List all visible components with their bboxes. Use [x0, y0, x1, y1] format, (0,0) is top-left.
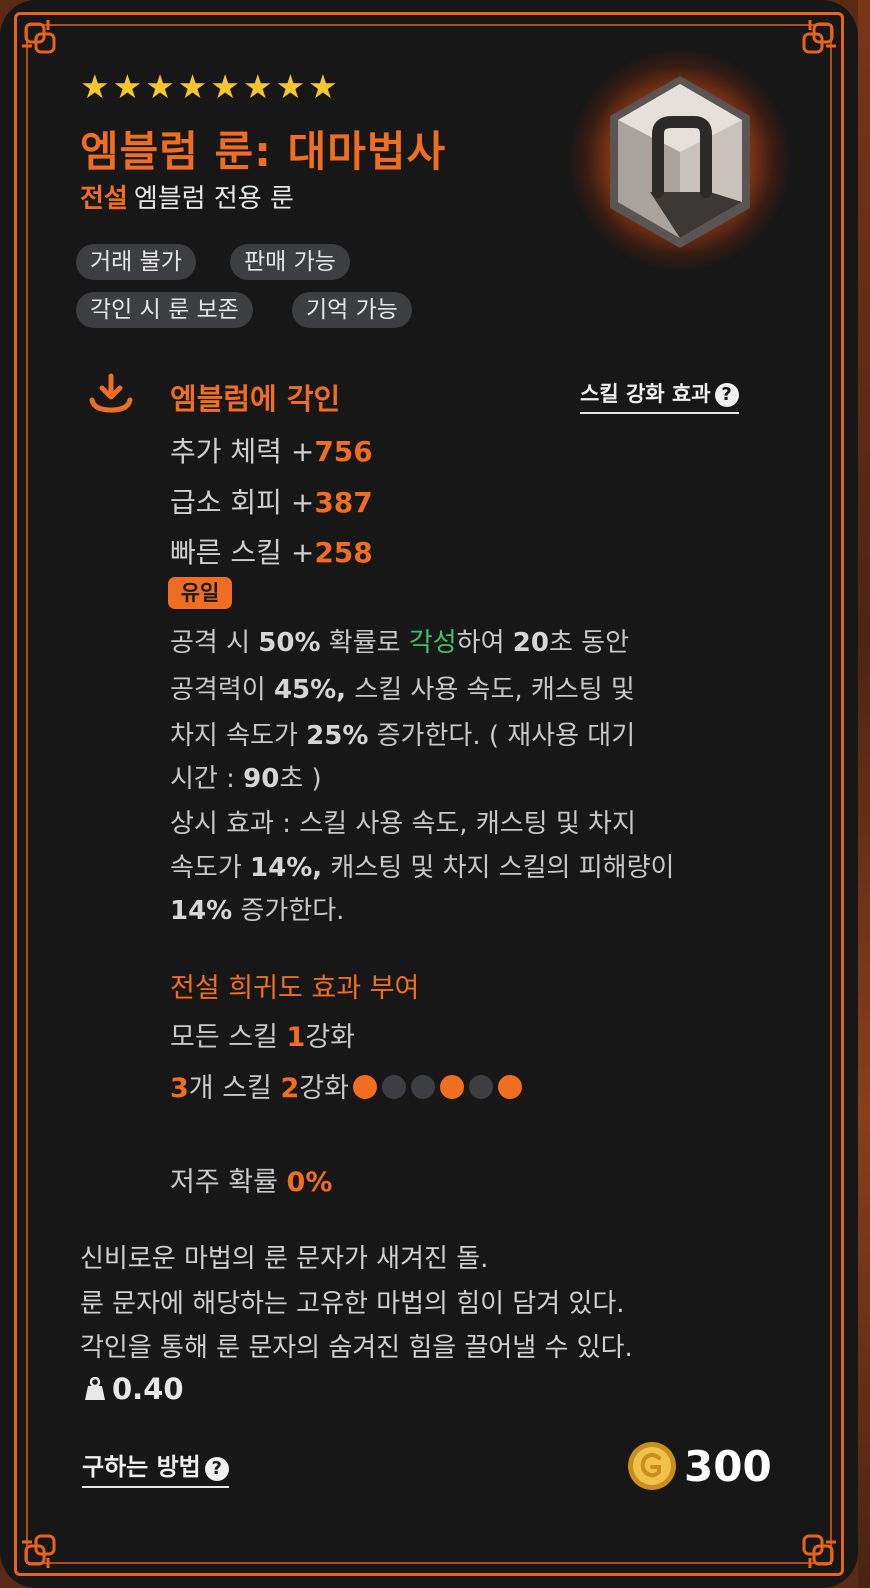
help-icon: ? — [714, 383, 739, 407]
stat-value: 258 — [314, 536, 373, 569]
price-value: 300 — [684, 1441, 772, 1491]
stat-name: 급소 회피 — [170, 486, 282, 519]
item-weight: 0.40 — [84, 1372, 184, 1406]
stat-value: 756 — [314, 435, 373, 468]
tag-memory: 기억 가능 — [292, 292, 412, 328]
star-icon: ★ — [242, 67, 273, 106]
weight-value: 0.40 — [112, 1372, 184, 1406]
item-price: 300 — [626, 1440, 772, 1492]
stat-row: 추가 체력 +756 — [170, 435, 373, 468]
rune-stone-icon — [610, 76, 750, 248]
star-icon: ★ — [275, 67, 306, 106]
corner-knot-icon — [18, 16, 68, 66]
item-title: 엠블럼 룬: 대마법사 — [80, 127, 447, 176]
corner-knot-icon — [18, 1522, 68, 1572]
skill-boost-link[interactable]: 스킬 강화 효과? — [580, 378, 739, 414]
unique-desc-line: 상시 효과 : 스킬 사용 속도, 캐스팅 및 차지 — [170, 809, 636, 839]
gold-coin-icon — [628, 1442, 676, 1490]
skill-boost-label: 스킬 강화 효과 — [580, 382, 711, 406]
star-icon: ★ — [210, 67, 240, 106]
rarity-line: 3개 스킬 2강화 — [170, 1066, 522, 1105]
engrave-download-icon — [89, 373, 133, 413]
enhance-dot — [352, 1075, 377, 1099]
enhance-dot — [381, 1075, 406, 1099]
curse-chance: 저주 확률 0% — [170, 1167, 333, 1198]
stat-name: 빠른 스킬 — [170, 536, 282, 569]
lore-line: 룬 문자에 해당하는 고유한 마법의 힘이 담겨 있다. — [80, 1289, 625, 1319]
enhance-dots — [352, 1075, 522, 1099]
tag-preserve: 각인 시 룬 보존 — [76, 292, 253, 328]
background-strip — [858, 0, 870, 1588]
unique-desc-line: 공격 시 50% 확률로 각성하여 20초 동안 — [170, 628, 629, 658]
enhance-dot — [497, 1075, 522, 1099]
enhance-dot — [410, 1075, 435, 1099]
lore-line: 각인을 통해 룬 문자의 숨겨진 힘을 끌어낼 수 있다. — [80, 1333, 633, 1363]
enhance-dot — [439, 1075, 464, 1099]
tag-sell: 판매 가능 — [230, 244, 350, 280]
star-icon: ★ — [80, 67, 110, 106]
how-to-get-label: 구하는 방법 — [82, 1453, 201, 1481]
stat-name: 추가 체력 — [170, 435, 282, 468]
star-icon: ★ — [112, 67, 143, 106]
corner-knot-icon — [790, 1522, 840, 1572]
star-icon: ★ — [145, 67, 175, 106]
how-to-get-link[interactable]: 구하는 방법? — [82, 1447, 229, 1488]
item-tooltip-card: ★ ★ ★ ★ ★ ★ ★ ★ 엠블럼 룬: 대마법사 전설 엠블럼 전용 룬 거래 불가 판매… — [0, 0, 858, 1588]
item-grade: 전설 — [80, 184, 128, 214]
unique-desc-line: 14% 증가한다. — [170, 896, 345, 926]
stat-value: 387 — [314, 486, 373, 519]
awaken-keyword: 각성 — [408, 628, 457, 658]
unique-desc-line: 차지 속도가 25% 증가한다. ( 재사용 대기 — [170, 721, 636, 751]
engrave-title: 엠블럼에 각인 — [170, 382, 341, 416]
help-icon: ? — [204, 1457, 229, 1481]
stat-row: 빠른 스킬 +258 — [170, 536, 373, 569]
enhance-dot — [468, 1075, 493, 1099]
unique-desc-line: 속도가 14%, 캐스팅 및 차지 스킬의 피해량이 — [170, 853, 675, 883]
corner-knot-icon — [790, 16, 840, 66]
rarity-title: 전설 희귀도 효과 부여 — [170, 973, 420, 1004]
rarity-line: 모든 스킬 1강화 — [170, 1022, 356, 1053]
star-icon: ★ — [308, 67, 338, 106]
tag-trade: 거래 불가 — [76, 244, 196, 280]
lore-line: 신비로운 마법의 룬 문자가 새겨진 돌. — [80, 1244, 489, 1274]
item-subtitle: 전설 엠블럼 전용 룬 — [80, 178, 294, 215]
stat-row: 급소 회피 +387 — [170, 486, 373, 519]
star-icon: ★ — [177, 67, 208, 106]
unique-desc-line: 공격력이 45%, 스킬 사용 속도, 캐스팅 및 — [170, 675, 635, 705]
unique-badge: 유일 — [168, 577, 232, 609]
weight-icon — [85, 1377, 105, 1400]
item-type: 엠블럼 전용 룬 — [133, 184, 294, 214]
unique-desc-line: 시간 : 90초 ) — [170, 764, 322, 794]
star-rating: ★ ★ ★ ★ ★ ★ ★ ★ — [80, 70, 338, 104]
